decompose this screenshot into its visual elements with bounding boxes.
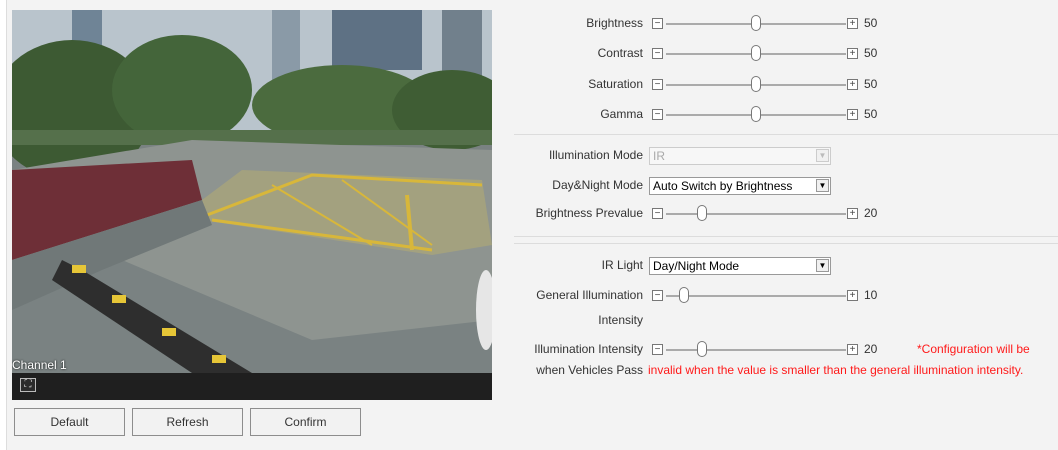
channel-label: Channel 1	[12, 358, 67, 372]
plus-icon[interactable]: +	[847, 208, 858, 219]
day-night-mode-value: Auto Switch by Brightness	[653, 179, 793, 193]
general-illumination-label: General Illumination	[536, 288, 643, 302]
brightness-row: Brightness − + 50	[0, 14, 1058, 34]
slider-thumb[interactable]	[697, 341, 707, 357]
ir-light-select[interactable]: Day/Night Mode ▼	[649, 257, 831, 275]
chevron-down-icon[interactable]: ▼	[816, 259, 829, 272]
minus-icon[interactable]: −	[652, 208, 663, 219]
refresh-button[interactable]: Refresh	[132, 408, 243, 436]
configuration-note: *Configuration will be	[917, 342, 1030, 356]
configuration-note-line2: invalid when the value is smaller than t…	[648, 363, 1024, 377]
illumination-mode-row: Illumination Mode IR ▼	[0, 146, 1058, 166]
vehicle-illumination-row: Illumination Intensity − + 20 *Configura…	[0, 340, 1058, 360]
contrast-label: Contrast	[597, 46, 643, 60]
default-button[interactable]: Default	[14, 408, 125, 436]
saturation-label: Saturation	[588, 77, 643, 91]
vehicle-illumination-label-line2: when Vehicles Pass	[536, 363, 643, 377]
slider-thumb[interactable]	[751, 106, 761, 122]
video-toolbar: ⛶	[12, 373, 492, 400]
illumination-mode-select: IR ▼	[649, 147, 831, 165]
brightness-prevalue-row: Brightness Prevalue − + 20	[0, 204, 1058, 224]
gamma-label: Gamma	[600, 107, 643, 121]
chevron-down-icon[interactable]: ▼	[816, 179, 829, 192]
minus-icon[interactable]: −	[652, 18, 663, 29]
plus-icon[interactable]: +	[847, 79, 858, 90]
minus-icon[interactable]: −	[652, 344, 663, 355]
slider-thumb[interactable]	[679, 287, 689, 303]
plus-icon[interactable]: +	[847, 290, 858, 301]
day-night-mode-row: Day&Night Mode Auto Switch by Brightness…	[0, 176, 1058, 196]
minus-icon[interactable]: −	[652, 48, 663, 59]
slider-thumb[interactable]	[751, 15, 761, 31]
slider-thumb[interactable]	[751, 45, 761, 61]
day-night-mode-label: Day&Night Mode	[552, 178, 643, 192]
ir-light-value: Day/Night Mode	[653, 259, 740, 273]
vehicle-illumination-label: Illumination Intensity	[534, 342, 643, 356]
plus-icon[interactable]: +	[847, 109, 858, 120]
brightness-prevalue-value: 20	[864, 206, 878, 220]
brightness-prevalue-label: Brightness Prevalue	[535, 206, 643, 220]
vehicle-illumination-value: 20	[864, 342, 878, 356]
plus-icon[interactable]: +	[847, 48, 858, 59]
slider-track[interactable]	[666, 295, 846, 297]
plus-icon[interactable]: +	[847, 344, 858, 355]
section-divider	[514, 134, 1058, 135]
confirm-button[interactable]: Confirm	[250, 408, 361, 436]
slider-track[interactable]	[666, 213, 846, 215]
ir-light-label: IR Light	[601, 258, 643, 272]
fullscreen-icon[interactable]: ⛶	[20, 378, 36, 392]
ir-light-row: IR Light Day/Night Mode ▼	[0, 256, 1058, 276]
brightness-value: 50	[864, 16, 878, 30]
minus-icon[interactable]: −	[652, 79, 663, 90]
saturation-row: Saturation − + 50	[0, 75, 1058, 95]
slider-track[interactable]	[666, 349, 846, 351]
slider-thumb[interactable]	[697, 205, 707, 221]
gamma-row: Gamma − + 50	[0, 105, 1058, 125]
general-illumination-row: General Illumination − + 10	[0, 286, 1058, 306]
contrast-value: 50	[864, 46, 878, 60]
chevron-down-icon: ▼	[816, 149, 829, 162]
plus-icon[interactable]: +	[847, 18, 858, 29]
section-divider	[514, 243, 1058, 244]
illumination-mode-value: IR	[653, 149, 665, 163]
gamma-value: 50	[864, 107, 878, 121]
minus-icon[interactable]: −	[652, 290, 663, 301]
brightness-label: Brightness	[586, 16, 643, 30]
minus-icon[interactable]: −	[652, 109, 663, 120]
general-illumination-value: 10	[864, 288, 878, 302]
day-night-mode-select[interactable]: Auto Switch by Brightness ▼	[649, 177, 831, 195]
saturation-value: 50	[864, 77, 878, 91]
slider-thumb[interactable]	[751, 76, 761, 92]
contrast-row: Contrast − + 50	[0, 44, 1058, 64]
illumination-mode-label: Illumination Mode	[548, 148, 643, 162]
section-divider	[514, 236, 1058, 237]
general-illumination-label-line2: Intensity	[598, 313, 643, 327]
